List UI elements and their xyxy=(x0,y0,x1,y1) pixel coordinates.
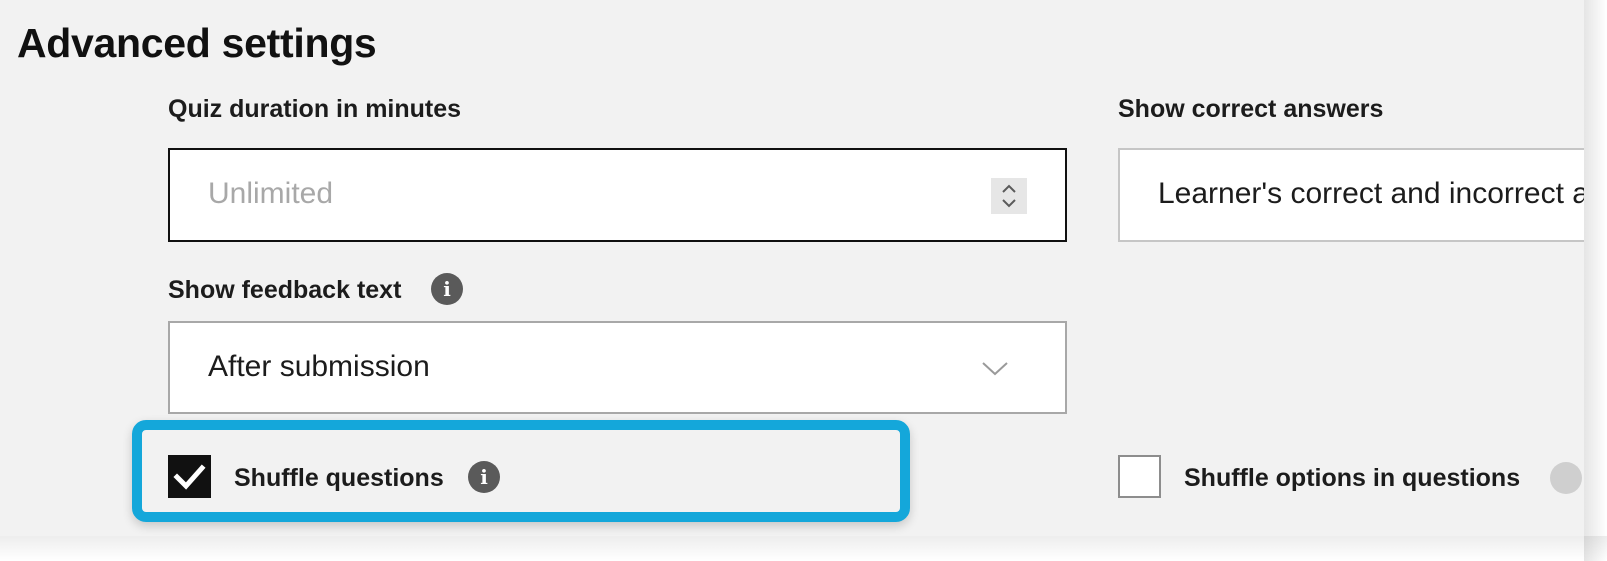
show-correct-answers-select[interactable]: Learner's correct and incorrect answers xyxy=(1118,148,1584,242)
quiz-duration-input[interactable]: Unlimited xyxy=(168,148,1067,242)
shuffle-questions-checkbox[interactable] xyxy=(168,455,211,498)
feedback-info-icon[interactable]: i xyxy=(431,273,463,305)
show-correct-answers-value: Learner's correct and incorrect answers xyxy=(1158,177,1584,210)
shuffle-options-info-icon[interactable] xyxy=(1550,462,1582,494)
page-title: Advanced settings xyxy=(17,20,377,66)
show-feedback-text-select[interactable]: After submission xyxy=(168,321,1067,414)
show-correct-answers-label: Show correct answers xyxy=(1118,95,1384,123)
shuffle-questions-label: Shuffle questions xyxy=(234,464,444,492)
advanced-settings-panel: Advanced settings Quiz duration in minut… xyxy=(0,0,1584,536)
quiz-duration-label: Quiz duration in minutes xyxy=(168,95,462,123)
shuffle-options-checkbox[interactable] xyxy=(1118,455,1161,498)
stepper-icon xyxy=(1002,184,1016,208)
chevron-down-icon xyxy=(982,362,1008,376)
show-feedback-text-label: Show feedback text xyxy=(168,276,402,304)
panel-edge-shadow xyxy=(1584,0,1607,561)
show-feedback-text-value: After submission xyxy=(208,350,430,383)
panel-bottom-shadow xyxy=(0,536,1607,561)
checkmark-icon xyxy=(173,464,206,490)
quiz-duration-placeholder: Unlimited xyxy=(208,177,334,210)
shuffle-options-label: Shuffle options in questions xyxy=(1184,464,1521,492)
shuffle-questions-info-icon[interactable]: i xyxy=(468,461,500,493)
duration-stepper[interactable] xyxy=(991,178,1027,214)
